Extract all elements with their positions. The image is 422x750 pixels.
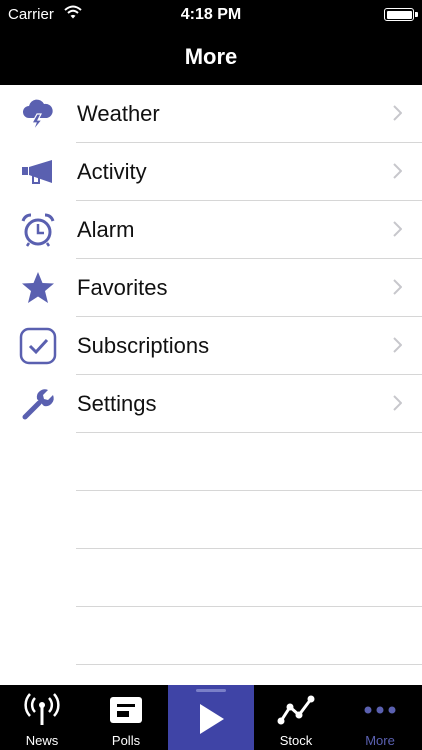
weather-icon [18,96,58,132]
menu-item-label: Settings [77,391,157,416]
tab-bar: News Polls Stock More [0,685,422,750]
menu-item-subscriptions[interactable]: Subscriptions [0,317,422,375]
play-icon [168,699,254,739]
menu-item-activity[interactable]: Activity [0,143,422,201]
menu-item-label: Weather [77,101,160,126]
chevron-right-icon [392,221,403,242]
menu-item-label: Favorites [77,275,168,300]
empty-row [0,433,422,491]
tab-more[interactable]: More [338,685,422,750]
play-button[interactable] [168,685,254,750]
menu-item-settings[interactable]: Settings [0,375,422,433]
chevron-right-icon [392,163,403,184]
stock-chart-icon [254,693,338,727]
menu-item-label: Activity [77,159,147,184]
tab-label: News [25,733,59,748]
chevron-right-icon [392,395,403,416]
empty-row [0,549,422,607]
row-divider [76,664,422,665]
more-dots-icon [338,693,422,727]
tab-label: Polls [111,733,141,748]
status-bar: Carrier 4:18 PM [0,0,422,30]
tab-label: More [365,733,395,748]
menu-item-label: Alarm [77,217,135,242]
status-time: 4:18 PM [180,6,242,23]
tab-polls[interactable]: Polls [84,685,168,750]
menu-item-favorites[interactable]: Favorites [0,259,422,317]
alarm-clock-icon [18,212,58,248]
page-title: More [184,44,238,69]
battery-icon [384,8,418,21]
checkbox-icon [18,327,58,365]
megaphone-icon [18,154,58,190]
menu-item-alarm[interactable]: Alarm [0,201,422,259]
wrench-icon [18,386,58,422]
empty-row [0,607,422,665]
tab-news[interactable]: News [0,685,84,750]
menu-item-label: Subscriptions [77,333,210,358]
chevron-right-icon [392,105,403,126]
navigation-bar: More [0,30,422,85]
chevron-right-icon [392,337,403,358]
tab-stock[interactable]: Stock [254,685,338,750]
chevron-right-icon [392,279,403,300]
drag-handle [196,689,226,692]
star-icon [18,270,58,306]
tab-label: Stock [279,733,313,748]
antenna-icon [0,693,84,727]
empty-row [0,491,422,549]
more-menu-list: Weather Activity Alarm Favorites Subscri… [0,85,422,665]
ballot-box-icon [84,693,168,727]
menu-item-weather[interactable]: Weather [0,85,422,143]
